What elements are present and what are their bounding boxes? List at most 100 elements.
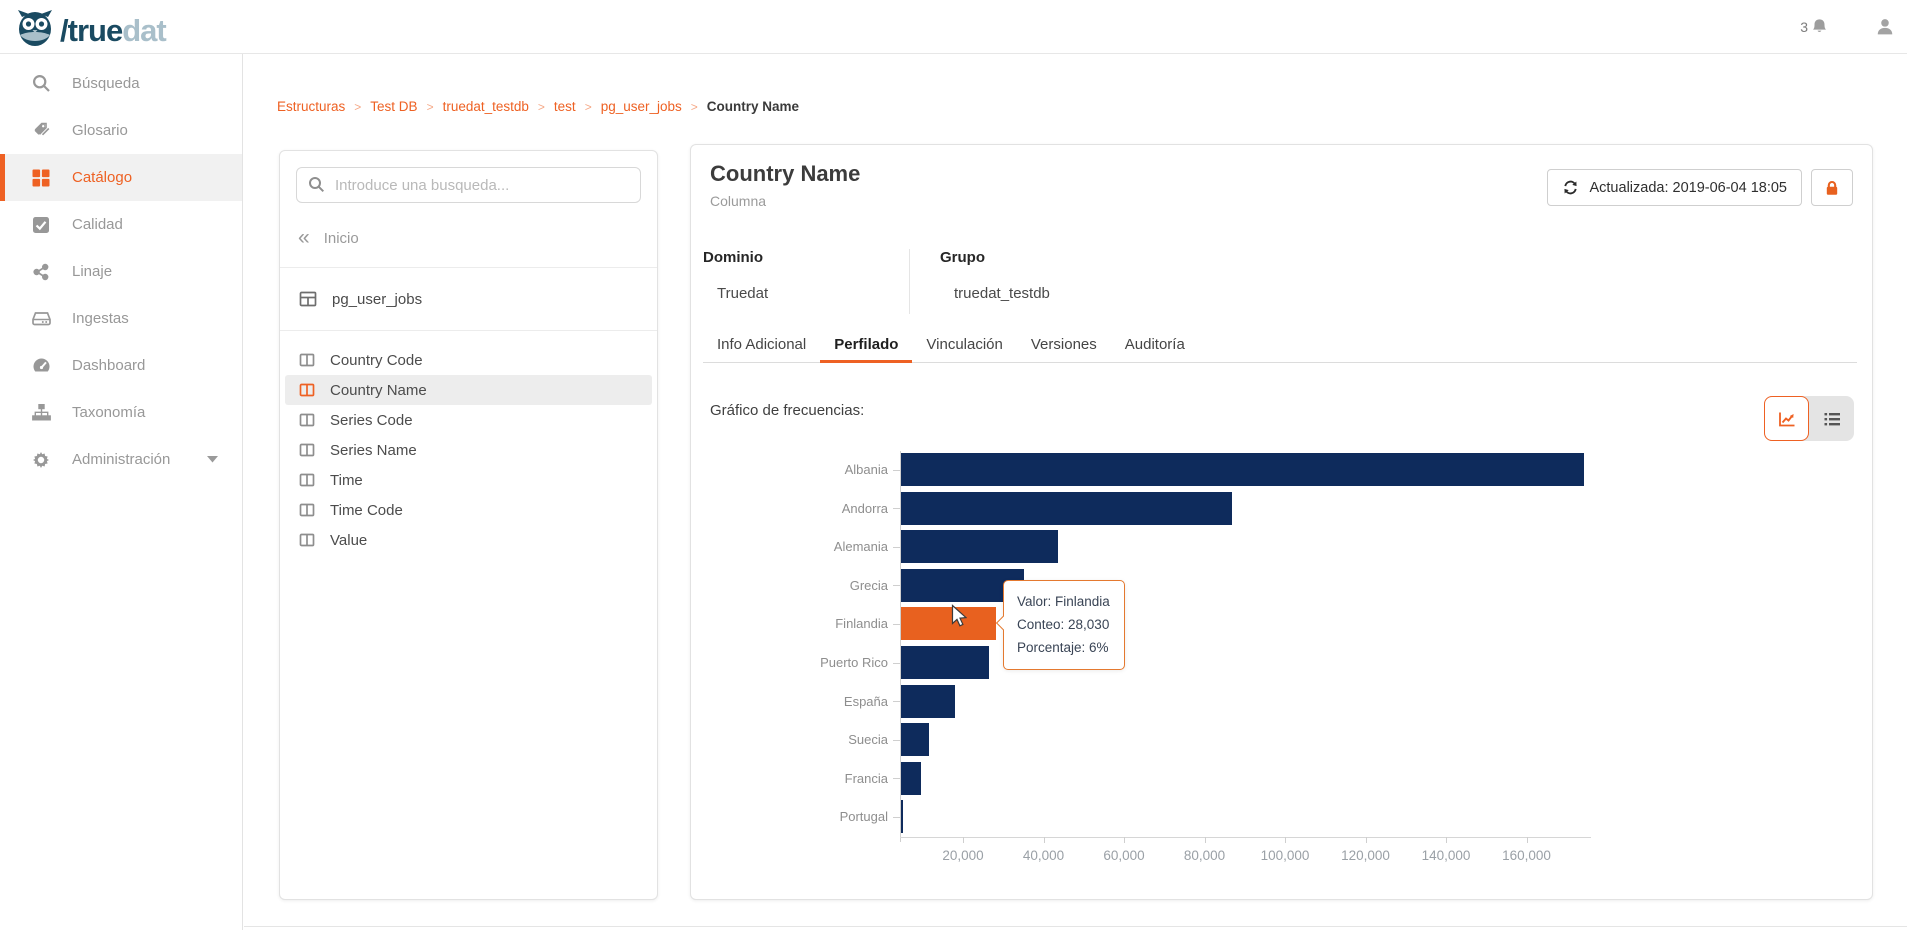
tooltip-arrow [995, 615, 1011, 631]
tab-auditoria[interactable]: Auditoría [1111, 332, 1199, 363]
user-menu-button[interactable] [1875, 17, 1895, 37]
tooltip-percentage-line: Porcentaje: 6% [1017, 640, 1109, 655]
bar-francia[interactable] [901, 761, 921, 795]
bar-andorra[interactable] [901, 491, 1232, 525]
truedat-app: /truedat 3 Búsqueda Glosario Catálogo Ca… [0, 0, 1907, 930]
tab-vinculacion[interactable]: Vinculación [912, 332, 1016, 363]
refresh-updated-button[interactable]: Actualizada: 2019-06-04 18:05 [1547, 169, 1802, 206]
column-list: Country Code Country Name Series Code Se… [280, 345, 657, 555]
x-axis-tick [1285, 837, 1286, 843]
logo-slash: / [60, 12, 69, 48]
logo-text-dat: dat [122, 12, 166, 48]
sidebar-item-calidad[interactable]: Calidad [0, 201, 242, 248]
column-icon [299, 502, 315, 518]
structure-browser-panel: « Inicio pg_user_jobs Country Code Count… [279, 150, 658, 900]
bar-finlandia[interactable] [901, 607, 997, 641]
divider [280, 330, 657, 331]
column-item-series-name[interactable]: Series Name [285, 435, 652, 465]
truedat-logo[interactable]: /truedat [14, 7, 167, 54]
footer-divider [244, 926, 1907, 927]
column-label: Country Name [330, 381, 427, 399]
chart-view-button[interactable] [1764, 396, 1810, 441]
group-label: Grupo [940, 249, 985, 266]
column-label: Time [330, 471, 363, 489]
column-item-series-code[interactable]: Series Code [285, 405, 652, 435]
y-axis-tick [893, 546, 900, 548]
lock-button[interactable] [1811, 169, 1853, 206]
column-item-country-code[interactable]: Country Code [285, 345, 652, 375]
y-axis-tick [893, 816, 900, 818]
column-item-country-name[interactable]: Country Name [285, 375, 652, 405]
divider [280, 267, 657, 268]
y-axis-tick [893, 469, 900, 471]
sidebar-item-glosario[interactable]: Glosario [0, 107, 242, 154]
structure-search-input[interactable] [296, 167, 641, 203]
table-item-pg-user-jobs[interactable]: pg_user_jobs [296, 282, 641, 316]
bar-albania[interactable] [901, 453, 1584, 486]
y-axis-label: España [843, 693, 888, 709]
y-axis-tick [893, 739, 900, 741]
refresh-icon [1562, 179, 1579, 196]
column-label: Series Name [330, 441, 417, 459]
y-axis-tick [893, 662, 900, 664]
column-icon [299, 532, 315, 548]
back-to-home-button[interactable]: « Inicio [298, 223, 641, 253]
bar-portugal[interactable] [901, 800, 903, 834]
sidebar-item-label: Dashboard [72, 357, 146, 374]
x-axis-label: 160,000 [1502, 848, 1551, 863]
sidebar-item-label: Catálogo [72, 169, 133, 186]
sidebar-item-ingestas[interactable]: Ingestas [0, 295, 242, 342]
tooltip-value-line: Valor: Finlandia [1017, 594, 1110, 609]
breadcrumb-separator: > [426, 99, 434, 114]
lock-icon [1823, 179, 1841, 197]
x-axis-tick [1043, 837, 1045, 843]
share-icon [30, 262, 52, 282]
grid-icon [30, 168, 52, 188]
bar-alemania[interactable] [901, 530, 1059, 564]
y-axis-label: Andorra [841, 500, 888, 516]
column-item-value[interactable]: Value [285, 525, 652, 555]
tab-info-adicional[interactable]: Info Adicional [703, 332, 820, 363]
column-label: Series Code [330, 411, 413, 429]
x-axis-label: 40,000 [1022, 848, 1065, 863]
y-axis-label: Portugal [839, 809, 888, 825]
sidebar-item-catalogo[interactable]: Catálogo [0, 154, 242, 201]
sitemap-icon [30, 403, 52, 423]
breadcrumb-link[interactable]: Test DB [370, 99, 417, 114]
back-label: Inicio [323, 229, 359, 247]
bar-españa[interactable] [901, 684, 956, 718]
sidebar-item-label: Taxonomía [72, 404, 146, 421]
breadcrumb-link[interactable]: test [554, 99, 576, 114]
column-label: Country Code [330, 351, 423, 369]
bar-puerto-rico[interactable] [901, 646, 989, 679]
sidebar-item-busqueda[interactable]: Búsqueda [0, 60, 242, 107]
tab-perfilado[interactable]: Perfilado [820, 332, 913, 363]
x-axis-label: 100,000 [1260, 848, 1310, 863]
breadcrumb-link[interactable]: truedat_testdb [443, 99, 529, 114]
breadcrumb-separator: > [584, 99, 592, 114]
tab-versiones[interactable]: Versiones [1017, 332, 1111, 363]
chart-view-toggle [1764, 396, 1854, 441]
sidebar-item-linaje[interactable]: Linaje [0, 248, 242, 295]
tooltip-count-line: Conteo: 28,030 [1017, 617, 1110, 632]
sidebar-item-label: Calidad [72, 216, 123, 233]
y-axis-label: Alemania [833, 539, 888, 555]
structure-detail-panel: Country Name Columna Actualizada: 2019-0… [690, 144, 1873, 900]
breadcrumb-link[interactable]: pg_user_jobs [601, 99, 682, 114]
column-item-time[interactable]: Time [285, 465, 652, 495]
sidebar-item-dashboard[interactable]: Dashboard [0, 342, 242, 389]
column-item-time-code[interactable]: Time Code [285, 495, 652, 525]
list-view-button[interactable] [1809, 396, 1854, 441]
sidebar-item-label: Linaje [72, 263, 113, 280]
sidebar-item-taxonomia[interactable]: Taxonomía [0, 389, 242, 436]
notification-count: 3 [1800, 19, 1808, 35]
sidebar-item-administracion[interactable]: Administración [0, 436, 242, 483]
bar-suecia[interactable] [901, 723, 929, 757]
y-axis-label: Albania [844, 462, 888, 477]
breadcrumb-link[interactable]: Estructuras [277, 99, 345, 114]
notifications-button[interactable]: 3 [1800, 16, 1829, 38]
y-axis-label: Grecia [849, 577, 888, 593]
frequency-chart-label: Gráfico de frecuencias: [710, 402, 865, 419]
breadcrumb-separator: > [690, 99, 698, 114]
list-icon [1822, 409, 1842, 429]
